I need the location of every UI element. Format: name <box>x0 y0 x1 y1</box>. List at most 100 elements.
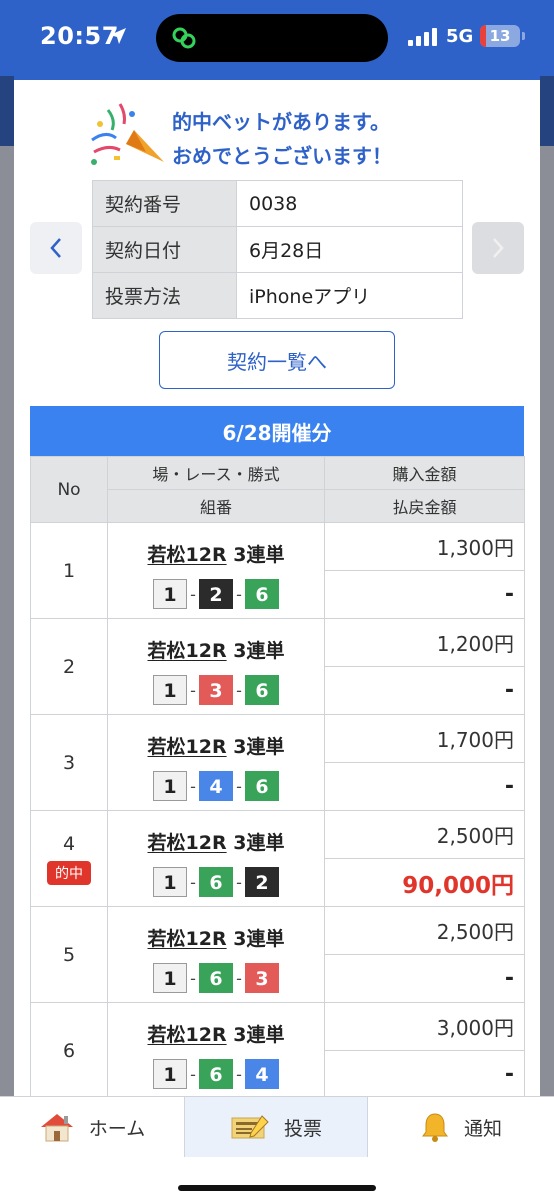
bet-race[interactable]: 若松12R 3連単 <box>107 1002 325 1051</box>
bet-type: 3連単 <box>233 831 285 854</box>
bet-payout: - <box>324 954 525 1003</box>
boat-number-chip: 4 <box>245 1059 279 1090</box>
contract-list-button[interactable]: 契約一覧へ <box>159 331 395 389</box>
bet-type: 3連単 <box>233 927 285 950</box>
bet-payout: - <box>324 1050 525 1096</box>
home-indicator <box>178 1185 376 1191</box>
boat-number-chip: 3 <box>245 963 279 994</box>
header-combo: 組番 <box>107 489 325 523</box>
boat-number-chip: 6 <box>245 675 279 706</box>
tab-notice-label: 通知 <box>463 1117 502 1140</box>
bet-race[interactable]: 若松12R 3連単 <box>107 810 325 859</box>
bet-combo: 1-6-3 <box>107 954 325 1003</box>
bet-row: 4 的中 若松12R 3連単 2,500円 <box>30 810 525 907</box>
boat-number-chip: 3 <box>199 675 233 706</box>
race-venue-link[interactable]: 若松12R <box>148 640 227 662</box>
bet-no: 2 <box>30 618 108 715</box>
next-contract-button[interactable] <box>472 222 524 274</box>
contract-label: 投票方法 <box>92 272 237 319</box>
combo-dash: - <box>236 680 242 700</box>
contract-value: 0038 <box>236 180 463 227</box>
combo-dash: - <box>236 872 242 892</box>
tab-bar: ホーム 投票 通知 <box>0 1096 554 1200</box>
bet-payout: - <box>324 762 525 811</box>
bet-no: 4 的中 <box>30 810 108 907</box>
header-amount: 購入金額 <box>324 456 525 490</box>
bet-no-value: 5 <box>62 943 76 966</box>
bet-combo: 1-2-6 <box>107 570 325 619</box>
bet-no: 5 <box>30 906 108 1003</box>
contract-row: 契約日付 6月28日 <box>92 226 463 273</box>
bet-combo: 1-4-6 <box>107 762 325 811</box>
bet-race[interactable]: 若松12R 3連単 <box>107 522 325 571</box>
congrats-line-2: おめでとうございます！ <box>172 144 392 168</box>
boat-number-chip: 6 <box>199 1059 233 1090</box>
bet-race[interactable]: 若松12R 3連単 <box>107 906 325 955</box>
bet-no: 6 <box>30 1002 108 1096</box>
bet-combo: 1-6-2 <box>107 858 325 907</box>
location-arrow-icon <box>110 28 126 44</box>
combo-dash: - <box>190 776 196 796</box>
tab-home[interactable]: ホーム <box>0 1097 184 1157</box>
combo-dash: - <box>190 680 196 700</box>
bet-amount: 2,500円 <box>324 810 525 859</box>
tab-notice[interactable]: 通知 <box>368 1097 554 1157</box>
chevron-left-icon <box>50 238 61 258</box>
bet-race[interactable]: 若松12R 3連単 <box>107 618 325 667</box>
bet-amount: 1,200円 <box>324 618 525 667</box>
bet-amount: 2,500円 <box>324 906 525 955</box>
boat-number-chip: 6 <box>199 867 233 898</box>
combo-dash: - <box>236 1064 242 1084</box>
race-venue-link[interactable]: 若松12R <box>148 832 227 854</box>
signal-icon <box>408 28 437 46</box>
tab-home-label: ホーム <box>88 1117 146 1140</box>
header-race: 場・レース・勝式 <box>107 456 325 490</box>
bet-payout: - <box>324 666 525 715</box>
bet-no-value: 6 <box>62 1039 76 1062</box>
race-venue-link[interactable]: 若松12R <box>148 544 227 566</box>
ticket-icon <box>231 1115 269 1139</box>
bet-row: 2 若松12R 3連単 1,200円 <box>30 618 525 715</box>
bell-icon <box>421 1113 448 1142</box>
bet-row: 6 若松12R 3連単 3,000円 <box>30 1002 525 1096</box>
status-bar: 20:57 5G 13 <box>0 0 554 76</box>
bet-combo: 1-6-4 <box>107 1050 325 1096</box>
contract-label: 契約日付 <box>92 226 237 273</box>
prev-contract-button[interactable] <box>30 222 82 274</box>
bets-body: 1 若松12R 3連単 1,300円 1-2-6-2 若松12R 3連単 1,200円 1-… <box>30 522 525 1096</box>
combo-dash: - <box>190 584 196 604</box>
bet-type: 3連単 <box>233 543 285 566</box>
race-venue-link[interactable]: 若松12R <box>148 1024 227 1046</box>
race-venue-link[interactable]: 若松12R <box>148 928 227 950</box>
contract-value: iPhoneアプリ <box>236 272 463 319</box>
bet-row: 1 若松12R 3連単 1,300円 <box>30 522 525 619</box>
battery-cap <box>522 32 525 40</box>
chevron-right-icon <box>493 238 504 258</box>
hit-badge: 的中 <box>47 860 91 885</box>
dynamic-island <box>156 14 388 62</box>
boat-number-chip: 1 <box>153 579 187 610</box>
race-venue-link[interactable]: 若松12R <box>148 736 227 758</box>
bet-no-value: 3 <box>62 751 76 774</box>
boat-number-chip: 6 <box>245 771 279 802</box>
boat-number-chip: 6 <box>199 963 233 994</box>
combo-dash: - <box>236 584 242 604</box>
bet-type: 3連単 <box>233 735 285 758</box>
boat-number-chip: 2 <box>199 579 233 610</box>
race-day-header: 6/28開催分 <box>30 406 524 456</box>
bet-no: 1 <box>30 522 108 619</box>
bet-no-value: 2 <box>62 655 76 678</box>
combo-dash: - <box>190 968 196 988</box>
bet-amount: 1,700円 <box>324 714 525 763</box>
bet-type: 3連単 <box>233 639 285 662</box>
bet-race[interactable]: 若松12R 3連単 <box>107 714 325 763</box>
tab-vote[interactable]: 投票 <box>184 1097 368 1157</box>
hit-result-modal: 的中ベットがあります。 おめでとうございます！ 契約番号 0038 契約日付 6… <box>14 76 540 1096</box>
contract-info-table: 契約番号 0038 契約日付 6月28日 投票方法 iPhoneアプリ <box>92 180 463 319</box>
bet-amount: 1,300円 <box>324 522 525 571</box>
party-popper-icon <box>91 103 164 165</box>
tab-vote-label: 投票 <box>283 1117 322 1140</box>
bets-header-row: No 場・レース・勝式 購入金額 <box>30 456 525 523</box>
bet-payout: - <box>324 570 525 619</box>
boat-number-chip: 2 <box>245 867 279 898</box>
